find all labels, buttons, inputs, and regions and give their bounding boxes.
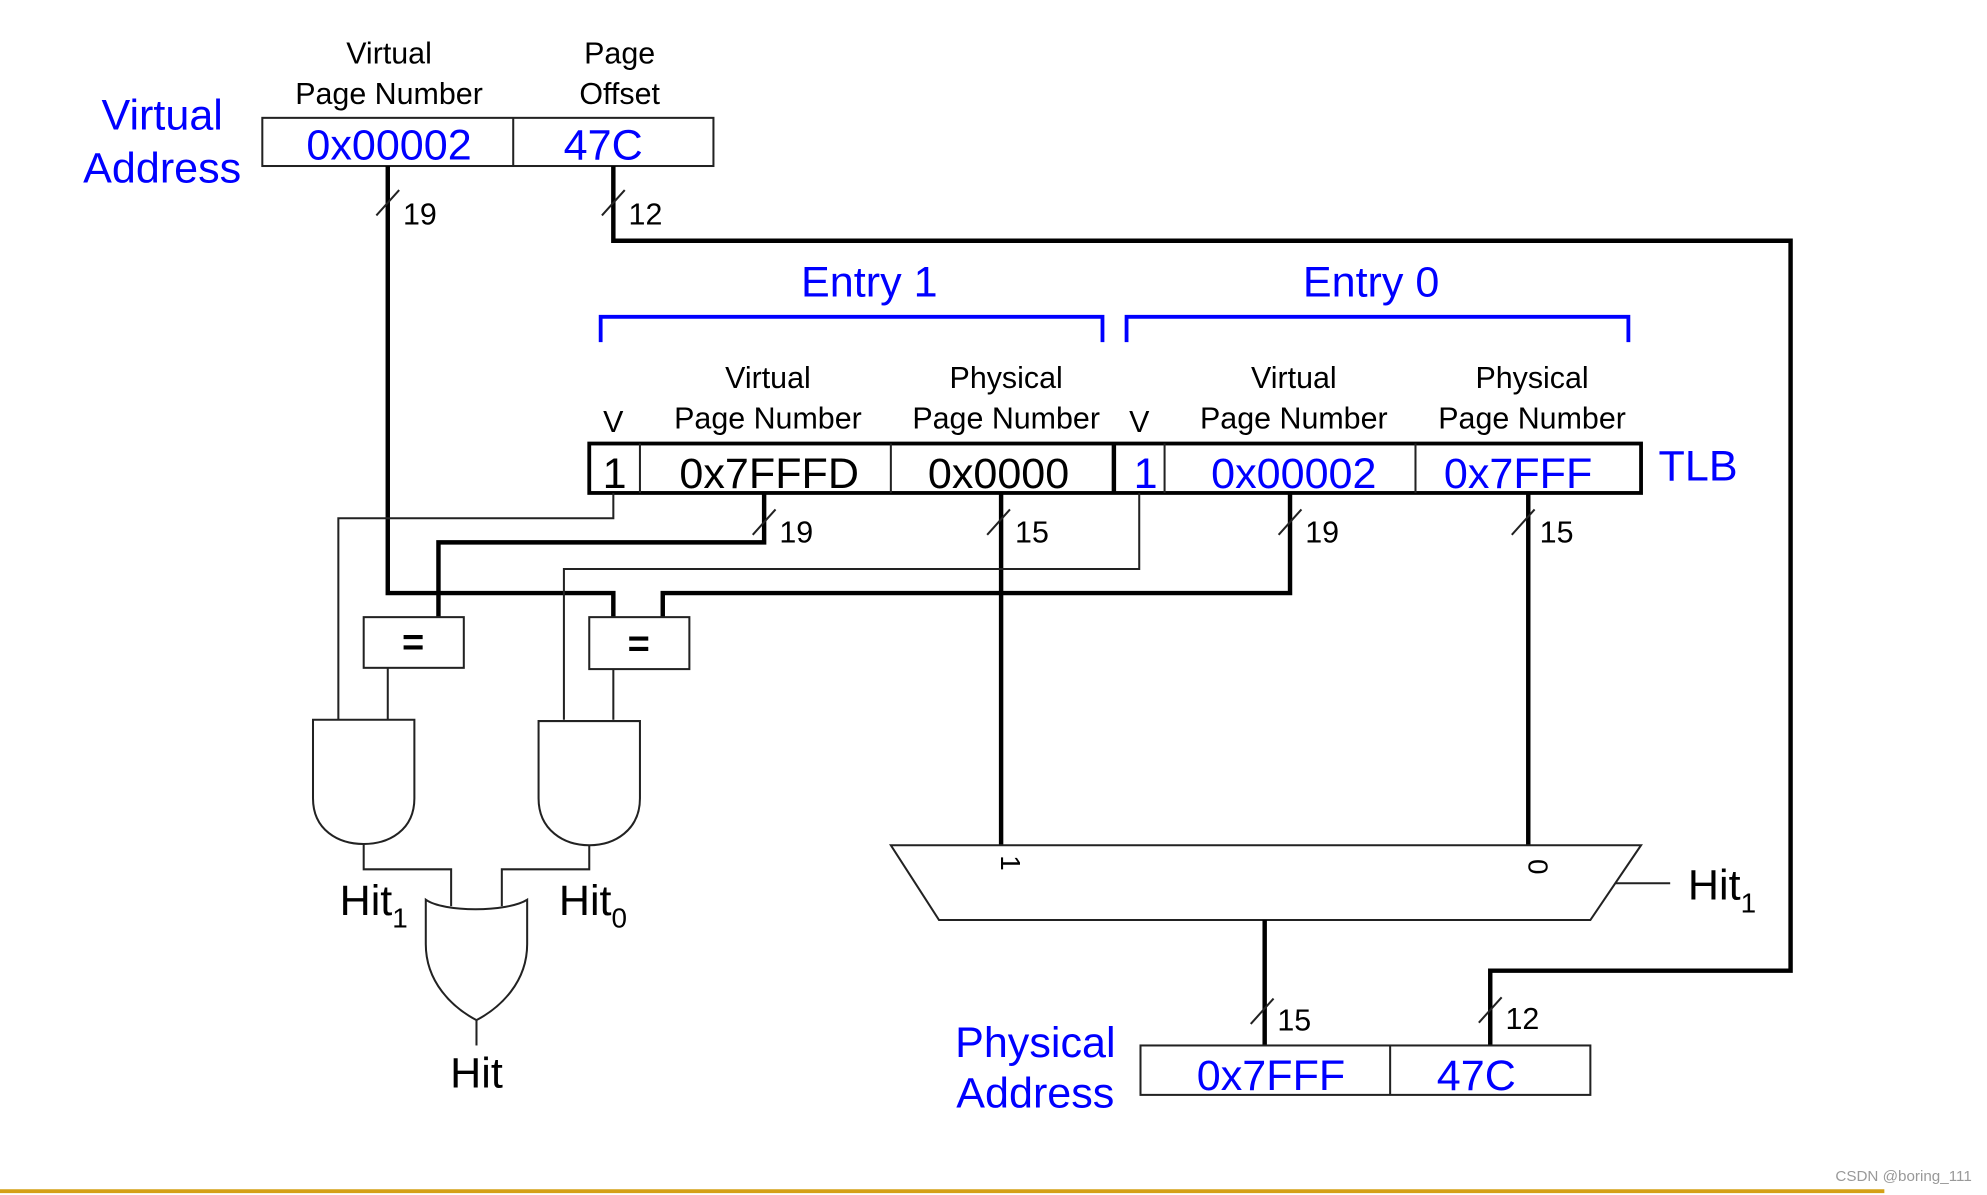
pa-offset-value: 47C (1437, 1052, 1516, 1100)
entry0-v: 1 (1134, 450, 1158, 498)
tlb-label: TLB (1659, 442, 1738, 490)
and-gate-0 (537, 720, 641, 847)
entry0-title: Entry 0 (1303, 259, 1439, 307)
entry1-vpn-width: 19 (779, 515, 813, 549)
mux-select-label: Hit1 (1688, 862, 1756, 919)
va-title-1: Virtual (102, 91, 223, 139)
entry0-vpn-header-2: Page Number (1200, 401, 1388, 435)
hit-label: Hit (450, 1049, 503, 1097)
entry0-ppn-header-1: Physical (1475, 361, 1588, 395)
hit0-label: Hit0 (559, 877, 627, 934)
va-offset-width: 12 (629, 197, 663, 231)
entry0-ppn-width: 15 (1540, 515, 1574, 549)
pa-offset-width: 12 (1505, 1002, 1539, 1036)
entry0-vpn: 0x00002 (1211, 450, 1376, 498)
entry1-vpn-header-1: Virtual (725, 361, 811, 395)
entry1-ppn-width: 15 (1015, 515, 1049, 549)
tlb-diagram: Virtual Address Virtual Page Number Page… (0, 36, 1972, 1194)
entry1-ppn: 0x0000 (928, 450, 1069, 498)
mux-out-width: 15 (1277, 1003, 1311, 1037)
va-vpn-header-1: Virtual (346, 36, 432, 70)
va-vpn-value: 0x00002 (306, 122, 471, 170)
entry0-vpn-width: 19 (1305, 515, 1339, 549)
pa-title-1: Physical (955, 1019, 1115, 1067)
entry1-title: Entry 1 (801, 259, 937, 307)
entry1-ppn-header-1: Physical (950, 361, 1063, 395)
pa-ppn-value: 0x7FFF (1197, 1052, 1345, 1100)
va-vpn-header-2: Page Number (295, 77, 483, 111)
hit1-label: Hit1 (340, 877, 408, 934)
entry1-vpn-header-2: Page Number (674, 401, 862, 435)
entry0-ppn: 0x7FFF (1444, 450, 1592, 498)
or-gate (424, 897, 529, 1022)
comparator-0-symbol: = (628, 623, 650, 665)
pa-title-2: Address (956, 1070, 1114, 1118)
entry1-ppn-header-2: Page Number (912, 401, 1100, 435)
mux-input-1: 1 (995, 855, 1026, 871)
va-offset-header-2: Offset (579, 77, 660, 111)
entry0-ppn-header-2: Page Number (1438, 401, 1626, 435)
entry1-v: 1 (603, 450, 627, 498)
va-vpn-wire (385, 166, 616, 618)
entry0-v-header: V (1129, 405, 1150, 439)
and-gate-1 (311, 718, 416, 845)
entry1-vpn: 0x7FFFD (679, 450, 859, 498)
entry0-vpn-header-1: Virtual (1251, 361, 1337, 395)
watermark: CSDN @boring_111 (1835, 1168, 1971, 1185)
comparator-1-symbol: = (402, 622, 424, 664)
entry1-v-header: V (603, 405, 624, 439)
va-offset-value: 47C (564, 122, 643, 170)
va-vpn-width: 19 (403, 197, 437, 231)
va-title-2: Address (83, 144, 241, 192)
va-offset-header-1: Page (584, 36, 655, 70)
mux-input-0: 0 (1522, 859, 1553, 875)
